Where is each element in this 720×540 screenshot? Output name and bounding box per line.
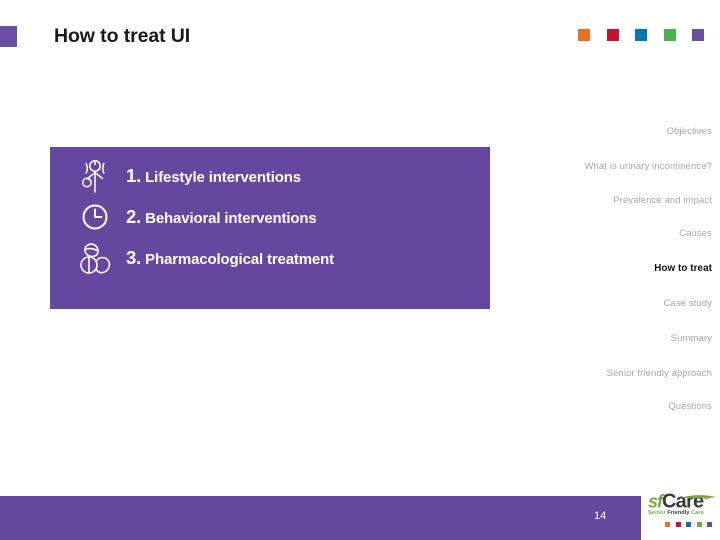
chip-red: [606, 29, 619, 41]
logo-wordmark: sfCare™: [648, 490, 716, 513]
nav-item-objectives[interactable]: Objectives: [572, 126, 712, 138]
clock-icon: [76, 198, 114, 236]
nav-item-label: Causes: [679, 228, 712, 240]
nav-item-case-study[interactable]: Case study: [572, 298, 712, 310]
treatment-option-item[interactable]: 1. Lifestyle interventions: [50, 155, 490, 196]
nav-item-senior-friendly-approach[interactable]: Senior friendly approach: [572, 368, 712, 380]
nav-item-what-is-urinary-incontinence[interactable]: What is urinary incontinence?: [572, 161, 712, 173]
logo-chip-orange: [665, 522, 670, 527]
nav-item-label: Senior friendly approach: [606, 367, 712, 379]
logo-text-care: Care: [662, 490, 704, 513]
nav-item-questions[interactable]: Questions: [572, 401, 712, 413]
nav-item-label: Case study: [663, 297, 712, 309]
sfcare-logo: sfCare™ Senior Friendly Care: [648, 490, 716, 532]
nav-item-prevalence-and-impact[interactable]: Prevalence and impact: [572, 195, 712, 207]
nav-item-label: Objectives: [666, 126, 712, 137]
logo-chip-red: [675, 522, 681, 527]
logo-chip-blue: [686, 522, 691, 527]
logo-chip-green: [696, 522, 702, 527]
treatment-options-panel: 1. Lifestyle interventions 2. Behavioral …: [50, 147, 490, 309]
chip-green: [663, 29, 676, 41]
footer-bar: [0, 496, 641, 540]
page-title: How to treat UI: [54, 25, 191, 47]
nav-item-causes[interactable]: Causes: [572, 228, 712, 240]
treatment-option-number: 1.: [126, 164, 142, 186]
agenda-nav: Objectives What is urinary incontinence? P…: [572, 126, 712, 436]
logo-text-sf: sf: [648, 491, 663, 512]
nav-item-label: Questions: [668, 401, 712, 413]
treatment-option-number: 2.: [126, 205, 142, 227]
chip-purple: [692, 29, 704, 41]
treatment-option-label: 3. Pharmacological treatment: [126, 247, 334, 269]
logo-chip-purple: [707, 522, 712, 527]
nav-item-how-to-treat[interactable]: How to treat: [572, 263, 712, 275]
chip-blue: [635, 29, 647, 41]
logo-trademark: ™: [703, 497, 709, 503]
treatment-option-label: 1. Lifestyle interventions: [126, 165, 301, 187]
nav-item-label: Summary: [670, 332, 712, 344]
nav-item-label: Prevalence and impact: [613, 194, 712, 206]
treatment-option-label: 2. Behavioral interventions: [126, 206, 317, 228]
brand-chip-row: [578, 29, 704, 41]
treatment-option-text: Lifestyle interventions: [145, 168, 301, 186]
pills-icon: [76, 239, 114, 277]
nav-item-label: How to treat: [654, 263, 712, 275]
treatment-option-item[interactable]: 2. Behavioral interventions: [50, 196, 490, 237]
page-number: 14: [594, 510, 607, 522]
logo-chip-row: [648, 522, 716, 527]
nav-item-summary[interactable]: Summary: [572, 333, 712, 345]
nav-item-label: What is urinary incontinence?: [584, 160, 712, 172]
treatment-option-text: Behavioral interventions: [145, 209, 317, 227]
treatment-option-text: Pharmacological treatment: [145, 250, 334, 268]
title-accent-square: [0, 26, 17, 47]
chip-orange: [578, 29, 590, 41]
treatment-option-number: 3.: [126, 246, 142, 268]
treatment-options-list: 1. Lifestyle interventions 2. Behavioral …: [50, 155, 490, 278]
treatment-option-item[interactable]: 3. Pharmacological treatment: [50, 237, 490, 278]
slide-canvas: How to treat UI 1. Lifestyle interventio…: [0, 0, 720, 540]
exercise-person-icon: [76, 157, 114, 195]
